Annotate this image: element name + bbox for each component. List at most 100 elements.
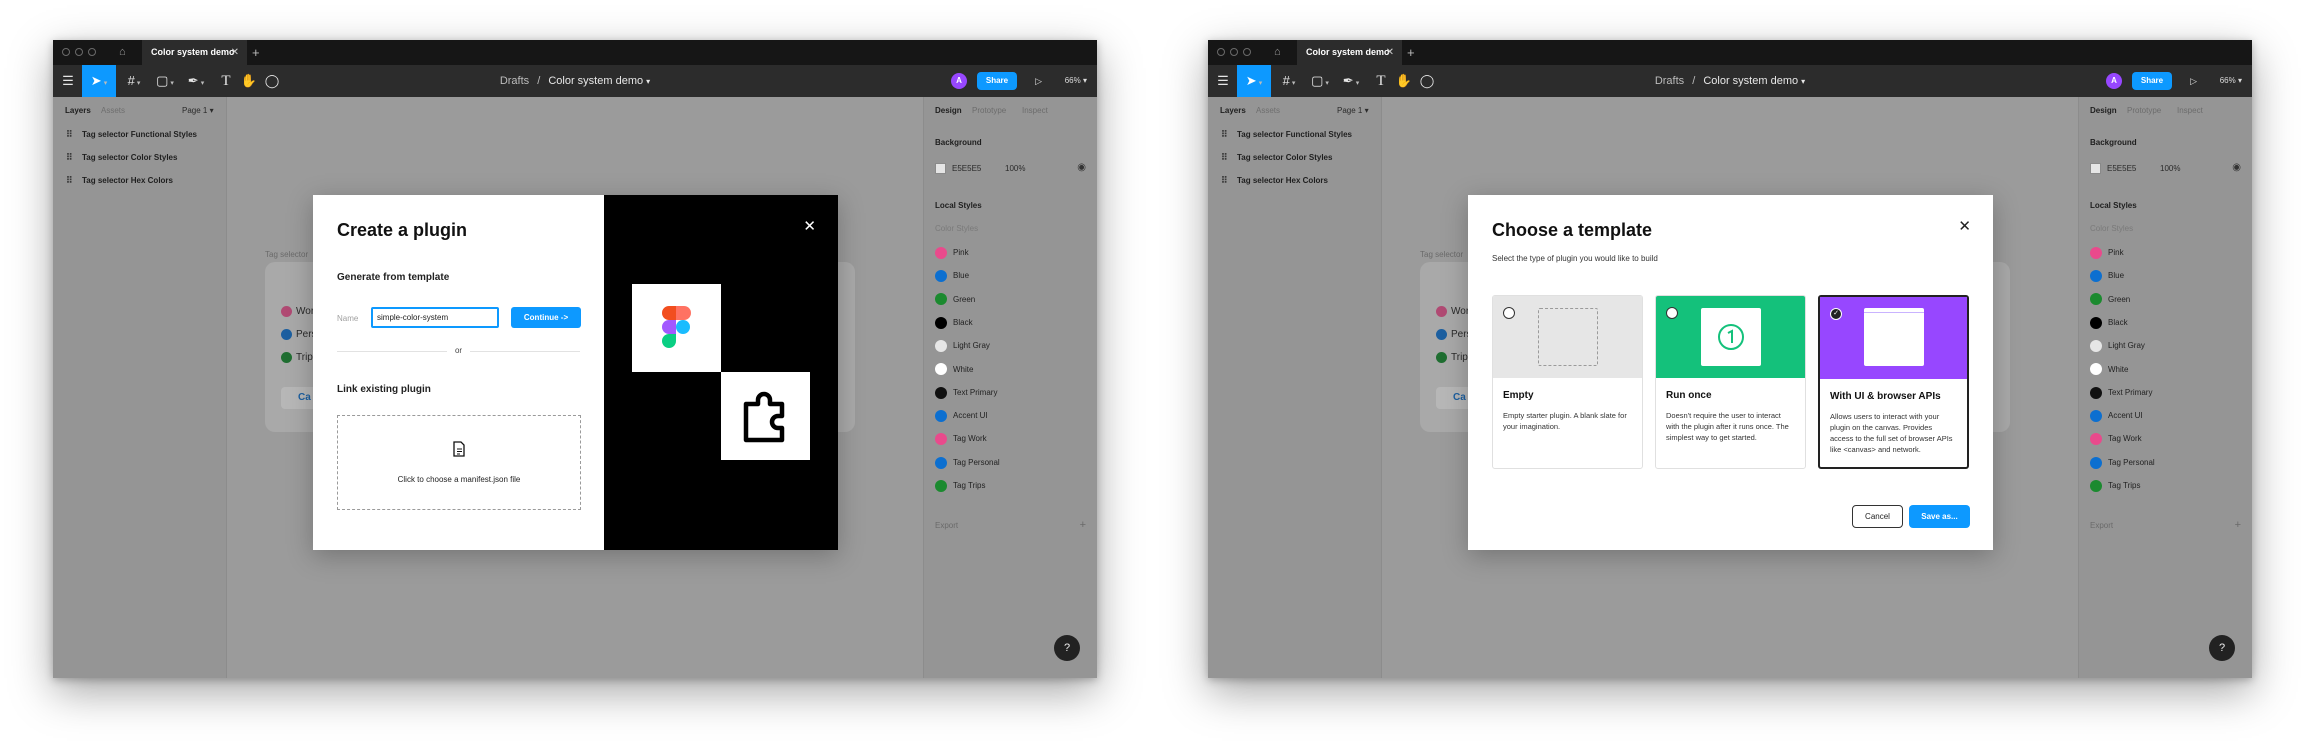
minimize-window-button[interactable] xyxy=(75,48,83,56)
help-button[interactable]: ? xyxy=(2209,635,2235,661)
close-tab-icon[interactable]: ✕ xyxy=(231,40,239,65)
eye-icon[interactable]: ◉ xyxy=(1077,162,1086,173)
color-style-item[interactable]: Green xyxy=(935,293,975,307)
continue-button[interactable]: Continue -> xyxy=(511,307,581,328)
close-tab-icon[interactable]: ✕ xyxy=(1386,40,1394,65)
color-style-item[interactable]: Tag Personal xyxy=(2090,456,2155,470)
chevron-down-icon[interactable]: ▾ xyxy=(1801,77,1805,86)
color-style-item[interactable]: White xyxy=(2090,363,2128,377)
color-style-item[interactable]: Light Gray xyxy=(935,339,990,353)
template-radio[interactable] xyxy=(1503,307,1515,319)
share-button[interactable]: Share xyxy=(2132,72,2172,90)
present-play-icon[interactable]: ▷ xyxy=(1035,65,1042,97)
help-button[interactable]: ? xyxy=(1054,635,1080,661)
figma-home-icon[interactable]: ⌂ xyxy=(1274,46,1286,58)
bg-tag-row: Wor xyxy=(281,306,314,317)
maximize-window-button[interactable] xyxy=(1243,48,1251,56)
tab-prototype[interactable]: Prototype xyxy=(972,106,1006,115)
add-export-icon[interactable]: + xyxy=(1080,519,1086,531)
layer-row[interactable]: ⠿ Tag selector Hex Colors xyxy=(1208,169,1381,192)
color-style-item[interactable]: White xyxy=(935,363,973,377)
color-style-item[interactable]: Tag Trips xyxy=(935,479,985,493)
template-card-empty[interactable]: Empty Empty starter plugin. A blank slat… xyxy=(1492,295,1643,469)
page-selector[interactable]: Page 1 ▾ xyxy=(182,106,214,115)
color-style-item[interactable]: Accent UI xyxy=(2090,409,2143,423)
save-as-button[interactable]: Save as... xyxy=(1909,505,1970,528)
new-tab-button[interactable]: + xyxy=(252,40,260,65)
file-name[interactable]: Color system demo xyxy=(1703,75,1798,87)
color-style-name: Pink xyxy=(953,248,969,257)
plugin-name-input[interactable] xyxy=(371,307,499,328)
breadcrumb-drafts[interactable]: Drafts xyxy=(1655,75,1684,87)
layer-row[interactable]: ⠿ Tag selector Hex Colors xyxy=(53,169,226,192)
file-tab[interactable]: Color system demo ✕ xyxy=(142,40,247,65)
tab-inspect[interactable]: Inspect xyxy=(1022,106,1048,115)
tab-design[interactable]: Design xyxy=(935,106,962,115)
manifest-drop-zone[interactable]: Click to choose a manifest.json file xyxy=(337,415,581,510)
background-opacity[interactable]: 100% xyxy=(2160,164,2180,173)
tab-layers[interactable]: Layers xyxy=(65,106,91,115)
layer-row[interactable]: ⠿ Tag selector Functional Styles xyxy=(1208,123,1381,146)
avatar[interactable]: A xyxy=(2106,73,2122,89)
layer-row[interactable]: ⠿ Tag selector Functional Styles xyxy=(53,123,226,146)
tab-assets[interactable]: Assets xyxy=(1256,106,1280,115)
color-style-item[interactable]: Pink xyxy=(2090,246,2124,260)
tab-design[interactable]: Design xyxy=(2090,106,2117,115)
zoom-dropdown[interactable]: 66% ▾ xyxy=(2220,65,2242,97)
tab-assets[interactable]: Assets xyxy=(101,106,125,115)
avatar[interactable]: A xyxy=(951,73,967,89)
new-tab-button[interactable]: + xyxy=(1407,40,1415,65)
file-name[interactable]: Color system demo xyxy=(548,75,643,87)
page-selector[interactable]: Page 1 ▾ xyxy=(1337,106,1369,115)
eye-icon[interactable]: ◉ xyxy=(2232,162,2241,173)
color-style-item[interactable]: Pink xyxy=(935,246,969,260)
figma-home-icon[interactable]: ⌂ xyxy=(119,46,131,58)
window-controls xyxy=(1217,48,1251,56)
close-window-button[interactable] xyxy=(62,48,70,56)
component-grid-icon: ⠿ xyxy=(1221,152,1228,162)
color-style-item[interactable]: Accent UI xyxy=(935,409,988,423)
color-style-item[interactable]: Tag Trips xyxy=(2090,479,2140,493)
background-swatch[interactable] xyxy=(2090,163,2101,174)
file-tab[interactable]: Color system demo ✕ xyxy=(1297,40,1402,65)
color-style-item[interactable]: Text Primary xyxy=(2090,386,2152,400)
close-window-button[interactable] xyxy=(1217,48,1225,56)
layer-row[interactable]: ⠿ Tag selector Color Styles xyxy=(1208,146,1381,169)
color-style-item[interactable]: Text Primary xyxy=(935,386,997,400)
breadcrumb-drafts[interactable]: Drafts xyxy=(500,75,529,87)
color-style-item[interactable]: Tag Work xyxy=(2090,432,2142,446)
tab-inspect[interactable]: Inspect xyxy=(2177,106,2203,115)
color-style-item[interactable]: Black xyxy=(2090,316,2128,330)
share-button[interactable]: Share xyxy=(977,72,1017,90)
color-style-item[interactable]: Tag Work xyxy=(935,432,987,446)
background-hex[interactable]: E5E5E5 xyxy=(2107,164,2136,173)
background-fill-row[interactable]: E5E5E5 100% ◉ xyxy=(2090,162,2241,176)
present-play-icon[interactable]: ▷ xyxy=(2190,65,2197,97)
template-radio-checked[interactable]: ✓ xyxy=(1830,308,1842,320)
color-style-item[interactable]: Light Gray xyxy=(2090,339,2145,353)
maximize-window-button[interactable] xyxy=(88,48,96,56)
tab-prototype[interactable]: Prototype xyxy=(2127,106,2161,115)
cancel-button[interactable]: Cancel xyxy=(1852,505,1903,528)
color-style-item[interactable]: Blue xyxy=(2090,269,2124,283)
background-fill-row[interactable]: E5E5E5 100% ◉ xyxy=(935,162,1086,176)
tab-layers[interactable]: Layers xyxy=(1220,106,1246,115)
close-icon[interactable]: ✕ xyxy=(803,217,816,235)
layer-row[interactable]: ⠿ Tag selector Color Styles xyxy=(53,146,226,169)
background-hex[interactable]: E5E5E5 xyxy=(952,164,981,173)
template-card-run-once[interactable]: Run once Doesn't require the user to int… xyxy=(1655,295,1806,469)
color-style-item[interactable]: Blue xyxy=(935,269,969,283)
background-opacity[interactable]: 100% xyxy=(1005,164,1025,173)
template-card-ui-browser[interactable]: ✓ With UI & browser APIs Allows users to… xyxy=(1818,295,1969,469)
add-export-icon[interactable]: + xyxy=(2235,519,2241,531)
minimize-window-button[interactable] xyxy=(1230,48,1238,56)
modal-subtitle: Select the type of plugin you would like… xyxy=(1492,254,1658,263)
zoom-dropdown[interactable]: 66% ▾ xyxy=(1065,65,1087,97)
template-radio[interactable] xyxy=(1666,307,1678,319)
chevron-down-icon[interactable]: ▾ xyxy=(646,77,650,86)
close-icon[interactable]: ✕ xyxy=(1958,217,1971,235)
color-style-item[interactable]: Tag Personal xyxy=(935,456,1000,470)
background-swatch[interactable] xyxy=(935,163,946,174)
color-style-item[interactable]: Black xyxy=(935,316,973,330)
color-style-item[interactable]: Green xyxy=(2090,293,2130,307)
